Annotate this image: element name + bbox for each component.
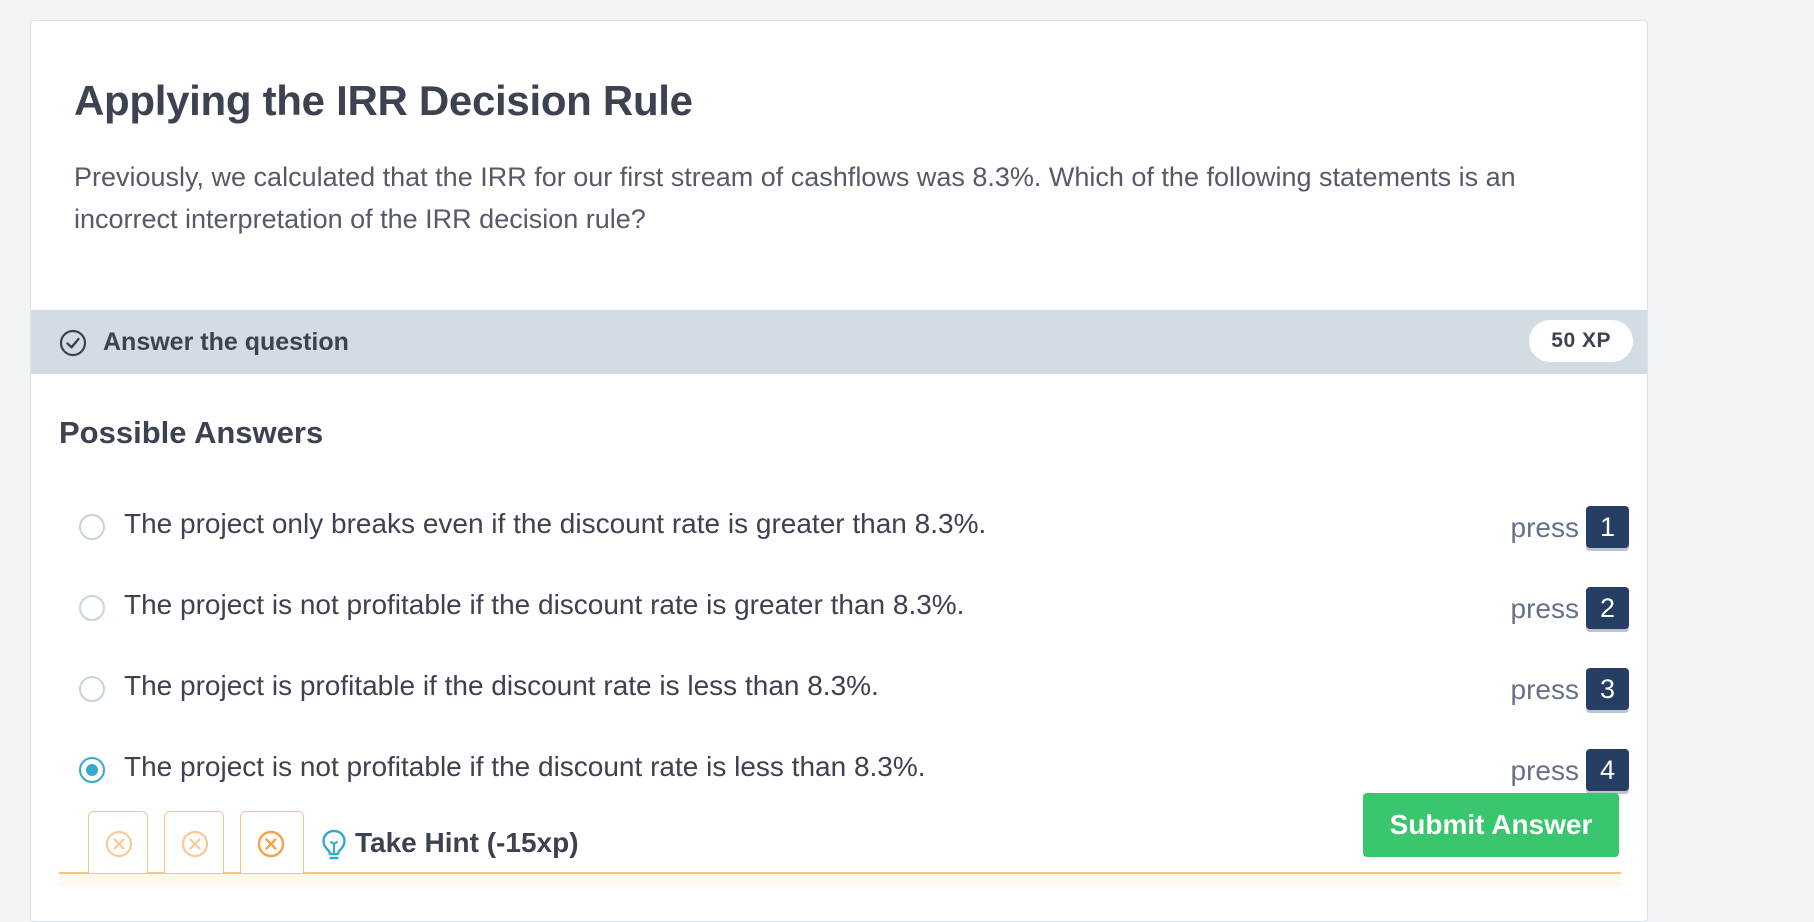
exercise-card: Applying the IRR Decision Rule Previousl… — [30, 20, 1648, 922]
press-label: press — [1510, 755, 1579, 786]
radio-button-selected[interactable] — [79, 757, 105, 783]
x-circle-icon — [181, 830, 209, 858]
press-label: press — [1510, 674, 1579, 705]
answer-option-1[interactable]: The project only breaks even if the disc… — [79, 504, 1629, 554]
answer-option-text: The project is not profitable if the dis… — [124, 751, 926, 782]
press-label: press — [1510, 512, 1579, 543]
hint-attempt-3 — [240, 811, 304, 873]
radio-button[interactable] — [79, 595, 105, 621]
radio-button[interactable] — [79, 676, 105, 702]
answer-option-text: The project is profitable if the discoun… — [124, 670, 879, 701]
hint-attempt-2 — [164, 811, 224, 873]
answer-question-label: Answer the question — [103, 328, 349, 356]
answer-option-text: The project only breaks even if the disc… — [124, 508, 987, 539]
keyboard-shortcut-badge: 3 — [1586, 668, 1629, 710]
exercise-title: Applying the IRR Decision Rule — [74, 77, 693, 124]
xp-badge: 50 XP — [1529, 320, 1633, 362]
press-label: press — [1510, 593, 1579, 624]
x-circle-icon — [105, 830, 133, 858]
answer-question-bar: Answer the question 50 XP — [31, 310, 1647, 374]
lightbulb-icon — [322, 829, 346, 860]
hint-area — [59, 874, 1621, 886]
keyboard-shortcut-badge: 4 — [1586, 749, 1629, 791]
possible-answers-title: Possible Answers — [59, 415, 324, 450]
radio-button[interactable] — [79, 514, 105, 540]
answer-option-text: The project is not profitable if the dis… — [124, 589, 965, 620]
answer-option-4[interactable]: The project is not profitable if the dis… — [79, 747, 1629, 797]
x-circle-icon — [257, 830, 285, 858]
keyboard-shortcut-badge: 1 — [1586, 506, 1629, 548]
submit-answer-button[interactable]: Submit Answer — [1363, 793, 1619, 857]
answer-option-3[interactable]: The project is profitable if the discoun… — [79, 666, 1629, 716]
take-hint-button[interactable]: Take Hint (-15xp) — [355, 827, 579, 859]
exercise-question: Previously, we calculated that the IRR f… — [74, 162, 1516, 234]
answer-option-2[interactable]: The project is not profitable if the dis… — [79, 585, 1629, 635]
check-circle-icon — [59, 329, 87, 357]
keyboard-shortcut-badge: 2 — [1586, 587, 1629, 629]
hint-attempt-1 — [88, 811, 148, 873]
